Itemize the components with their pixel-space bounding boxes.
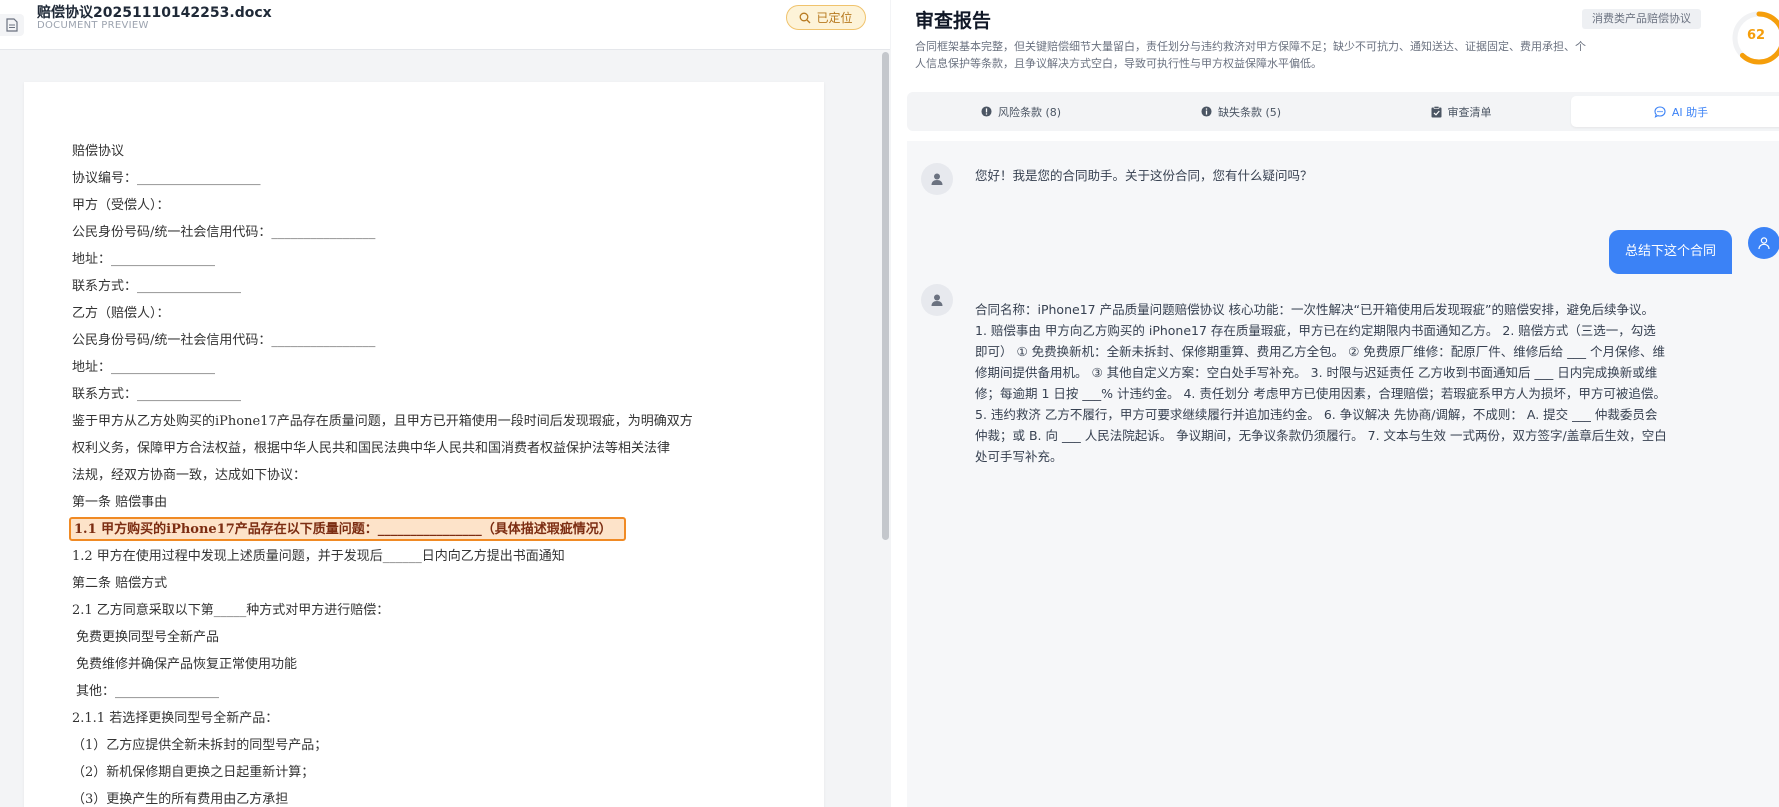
user-icon — [1758, 237, 1770, 250]
document-scrollbar-thumb[interactable] — [882, 52, 889, 540]
document-line: 权利义务，保障甲方合法权益，根据中华人民共和国民法典中华人民共和国消费者权益保护… — [72, 441, 671, 456]
chat-bubble-icon — [1654, 105, 1666, 118]
document-body: 赔偿协议协议编号：___________________ 甲方（受偿人）： 公民身份… — [69, 138, 792, 807]
tab-ai-assistant-label: AI 助手 — [1671, 105, 1709, 119]
assistant-greeting: 您好！我是您的合同助手。关于这份合同，您有什么疑问吗？ — [975, 168, 1313, 183]
document-line: 鉴于甲方从乙方处购买的iPhone17产品存在质量问题，且甲方已开箱使用一段时间… — [72, 414, 693, 429]
document-subtitle: DOCUMENT PREVIEW — [37, 20, 149, 31]
search-icon — [800, 12, 811, 23]
report-summary: 合同框架基本完整，但关键赔偿细节大量留白，责任划分与违约救济对甲方保障不足；缺少… — [915, 40, 1586, 70]
user-avatar — [1748, 227, 1779, 259]
document-line: 2.1.1 若选择更换同型号全新产品： — [72, 711, 279, 726]
contract-category-badge: 消费类产品赔偿协议 — [1582, 9, 1701, 29]
document-line: （3）更换产生的所有费用由乙方承担 — [72, 792, 289, 807]
document-line: 公民身份号码/统一社会信用代码：________________ — [72, 225, 376, 240]
document-header: 赔偿协议20251110142253.docx DOCUMENT PREVIEW… — [0, 0, 890, 50]
document-line: 2.1 乙方同意采取以下第_____种方式对甲方进行赔偿： — [72, 603, 390, 618]
document-page: 赔偿协议协议编号：___________________ 甲方（受偿人）： 公民身份… — [24, 82, 824, 807]
score-value: 62 — [1747, 28, 1766, 43]
tab-risk-clauses[interactable]: 风险条款 (8) — [911, 96, 1131, 127]
locate-button[interactable]: 已定位 — [786, 5, 866, 30]
document-preview-panel: 赔偿协议20251110142253.docx DOCUMENT PREVIEW… — [0, 0, 890, 807]
alert-circle-icon — [981, 106, 992, 117]
locate-button-label: 已定位 — [816, 11, 853, 25]
document-line: 第一条 赔偿事由 — [72, 495, 168, 510]
highlighted-clause-row: 1.1 甲方购买的iPhone17产品存在以下质量问题：____________… — [69, 516, 792, 543]
highlighted-clause: 1.1 甲方购买的iPhone17产品存在以下质量问题：____________… — [69, 517, 626, 541]
report-tabs: 风险条款 (8) 缺失条款 (5) 审查清单 AI 助手 — [907, 92, 1779, 131]
info-circle-icon — [1201, 106, 1212, 117]
chat-area: 您好！我是您的合同助手。关于这份合同，您有什么疑问吗？ 总结下这个合同 合同名称… — [907, 141, 1779, 807]
document-line: 甲方（受偿人）： — [72, 198, 170, 213]
report-title: 审查报告 — [915, 10, 992, 32]
user-message-bubble: 总结下这个合同 — [1609, 230, 1733, 274]
document-line: 其他：________________ — [76, 684, 220, 699]
document-line: 1.2 甲方在使用过程中发现上述质量问题，并于发现后______日内向乙方提出书… — [72, 549, 565, 564]
document-line: 免费更换同型号全新产品 — [76, 630, 220, 645]
document-line: 联系方式：________________ — [72, 279, 242, 294]
tab-review-checklist-label: 审查清单 — [1447, 105, 1492, 119]
document-line: 免费维修并确保产品恢复正常使用功能 — [76, 657, 298, 672]
clipboard-check-icon — [1431, 105, 1441, 117]
document-line: 第二条 赔偿方式 — [72, 576, 168, 591]
document-icon — [0, 14, 24, 36]
document-line: （2）新机保修期自更换之日起重新计算； — [72, 765, 315, 780]
document-scroll-area[interactable]: 赔偿协议协议编号：___________________ 甲方（受偿人）： 公民身份… — [0, 50, 890, 807]
document-line: 地址：________________ — [72, 252, 216, 267]
assistant-avatar — [921, 284, 953, 316]
document-file-name: 赔偿协议20251110142253.docx — [37, 5, 272, 21]
document-line: 联系方式：________________ — [72, 387, 242, 402]
document-line: 公民身份号码/统一社会信用代码：________________ — [72, 333, 376, 348]
tab-missing-clauses-label: 缺失条款 (5) — [1217, 105, 1282, 119]
user-silhouette-icon — [931, 173, 943, 185]
assistant-summary-answer: 合同名称：iPhone17 产品质量问题赔偿协议 核心功能：一次性解决“已开箱使… — [975, 302, 1667, 464]
user-silhouette-icon — [931, 294, 943, 306]
document-line: 乙方（赔偿人）： — [72, 306, 170, 321]
document-line: 法规，经双方协商一致，达成如下协议： — [72, 468, 307, 483]
document-line: 协议编号：___________________ — [72, 171, 261, 186]
tab-missing-clauses[interactable]: 缺失条款 (5) — [1131, 96, 1351, 127]
assistant-avatar — [921, 163, 953, 195]
tab-risk-clauses-label: 风险条款 (8) — [997, 105, 1062, 119]
tab-review-checklist[interactable]: 审查清单 — [1351, 96, 1571, 127]
review-report-panel: 审查报告 消费类产品赔偿协议 合同框架基本完整，但关键赔偿细节大量留白，责任划分… — [891, 0, 1779, 807]
document-line: 地址：________________ — [72, 360, 216, 375]
document-line: 赔偿协议 — [72, 144, 125, 159]
document-line: （1）乙方应提供全新未拆封的同型号产品； — [72, 738, 328, 753]
tab-ai-assistant[interactable]: AI 助手 — [1571, 96, 1779, 127]
